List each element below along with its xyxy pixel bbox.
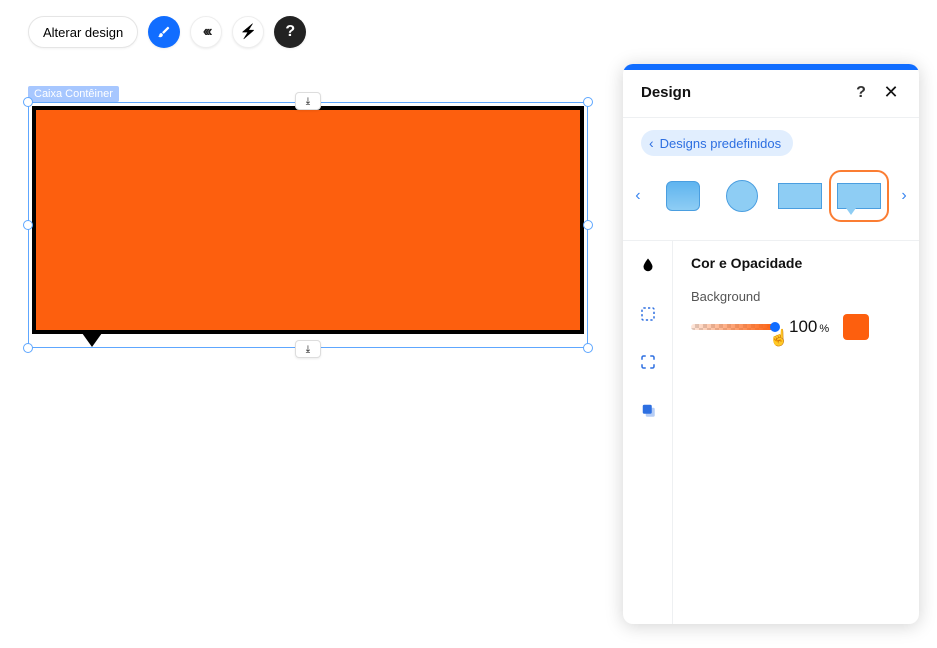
tab-fill[interactable]	[637, 255, 659, 277]
side-tabs	[623, 241, 673, 624]
resize-handle-mr[interactable]	[583, 220, 593, 230]
opacity-unit: %	[819, 323, 829, 335]
tab-corners[interactable]	[637, 351, 659, 373]
element-type-label: Caixa Contêiner	[28, 86, 119, 102]
shadow-icon	[639, 401, 657, 419]
tab-border[interactable]	[637, 303, 659, 325]
preset-designs-button[interactable]: ‹ Designs predefinidos	[641, 130, 793, 156]
background-row: ☝ 100%	[691, 314, 901, 340]
attach-bottom-button[interactable]: ⤓	[295, 340, 321, 358]
preset-label: Designs predefinidos	[660, 136, 781, 151]
resize-handle-tl[interactable]	[23, 97, 33, 107]
resize-handle-bl[interactable]	[23, 343, 33, 353]
shape-speech-bubble[interactable]	[837, 178, 882, 214]
color-swatch[interactable]	[843, 314, 869, 340]
chevron-left-icon: ‹	[649, 135, 654, 151]
bolt-icon	[240, 23, 257, 41]
shape-circle[interactable]	[719, 178, 764, 214]
resize-handle-br[interactable]	[583, 343, 593, 353]
brush-button[interactable]	[148, 16, 180, 48]
attach-top-button[interactable]: ⤓	[295, 92, 321, 110]
tab-shadow[interactable]	[637, 399, 659, 421]
section-title: Cor e Opacidade	[691, 255, 901, 271]
toolbar: Alterar design ‹‹‹	[28, 16, 306, 48]
change-design-button[interactable]: Alterar design	[28, 16, 138, 48]
download-icon: ⤓	[306, 344, 310, 355]
background-label: Background	[691, 289, 901, 304]
dashed-square-icon	[639, 305, 657, 323]
slider-fill	[691, 324, 775, 330]
animation-button[interactable]: ‹‹‹	[190, 16, 222, 48]
animation-icon: ‹‹‹	[203, 23, 210, 41]
opacity-value: 100%	[789, 317, 829, 337]
shape-picker: ‹ ›	[623, 164, 919, 241]
panel-body: Cor e Opacidade Background ☝ 100%	[623, 241, 919, 624]
help-button[interactable]	[274, 16, 306, 48]
corners-icon	[639, 353, 657, 371]
shapes-next-button[interactable]: ›	[895, 168, 913, 224]
panel-content: Cor e Opacidade Background ☝ 100%	[673, 241, 919, 624]
preset-row: ‹ Designs predefinidos	[623, 118, 919, 164]
panel-close-button[interactable]: ✕	[881, 82, 901, 103]
selection-outline	[28, 102, 588, 348]
selected-element[interactable]: ⤓ ⤓	[28, 102, 588, 348]
download-icon: ⤓	[306, 96, 310, 107]
droplet-icon	[639, 257, 657, 275]
shape-rounded-square[interactable]	[661, 178, 706, 214]
opacity-slider[interactable]: ☝	[691, 320, 775, 334]
bolt-button[interactable]	[232, 16, 264, 48]
design-panel: Design ? ✕ ‹ Designs predefinidos ‹ ›	[623, 64, 919, 624]
help-icon	[285, 23, 295, 41]
slider-thumb[interactable]	[770, 322, 780, 332]
change-design-label: Alterar design	[43, 25, 123, 40]
resize-handle-ml[interactable]	[23, 220, 33, 230]
panel-help-button[interactable]: ?	[851, 84, 871, 102]
resize-handle-tr[interactable]	[583, 97, 593, 107]
brush-icon	[157, 25, 171, 39]
panel-header: Design ? ✕	[623, 70, 919, 118]
shape-rectangle[interactable]	[778, 178, 823, 214]
panel-title: Design	[641, 84, 851, 101]
shapes-prev-button[interactable]: ‹	[629, 168, 647, 224]
opacity-number: 100	[789, 317, 817, 337]
